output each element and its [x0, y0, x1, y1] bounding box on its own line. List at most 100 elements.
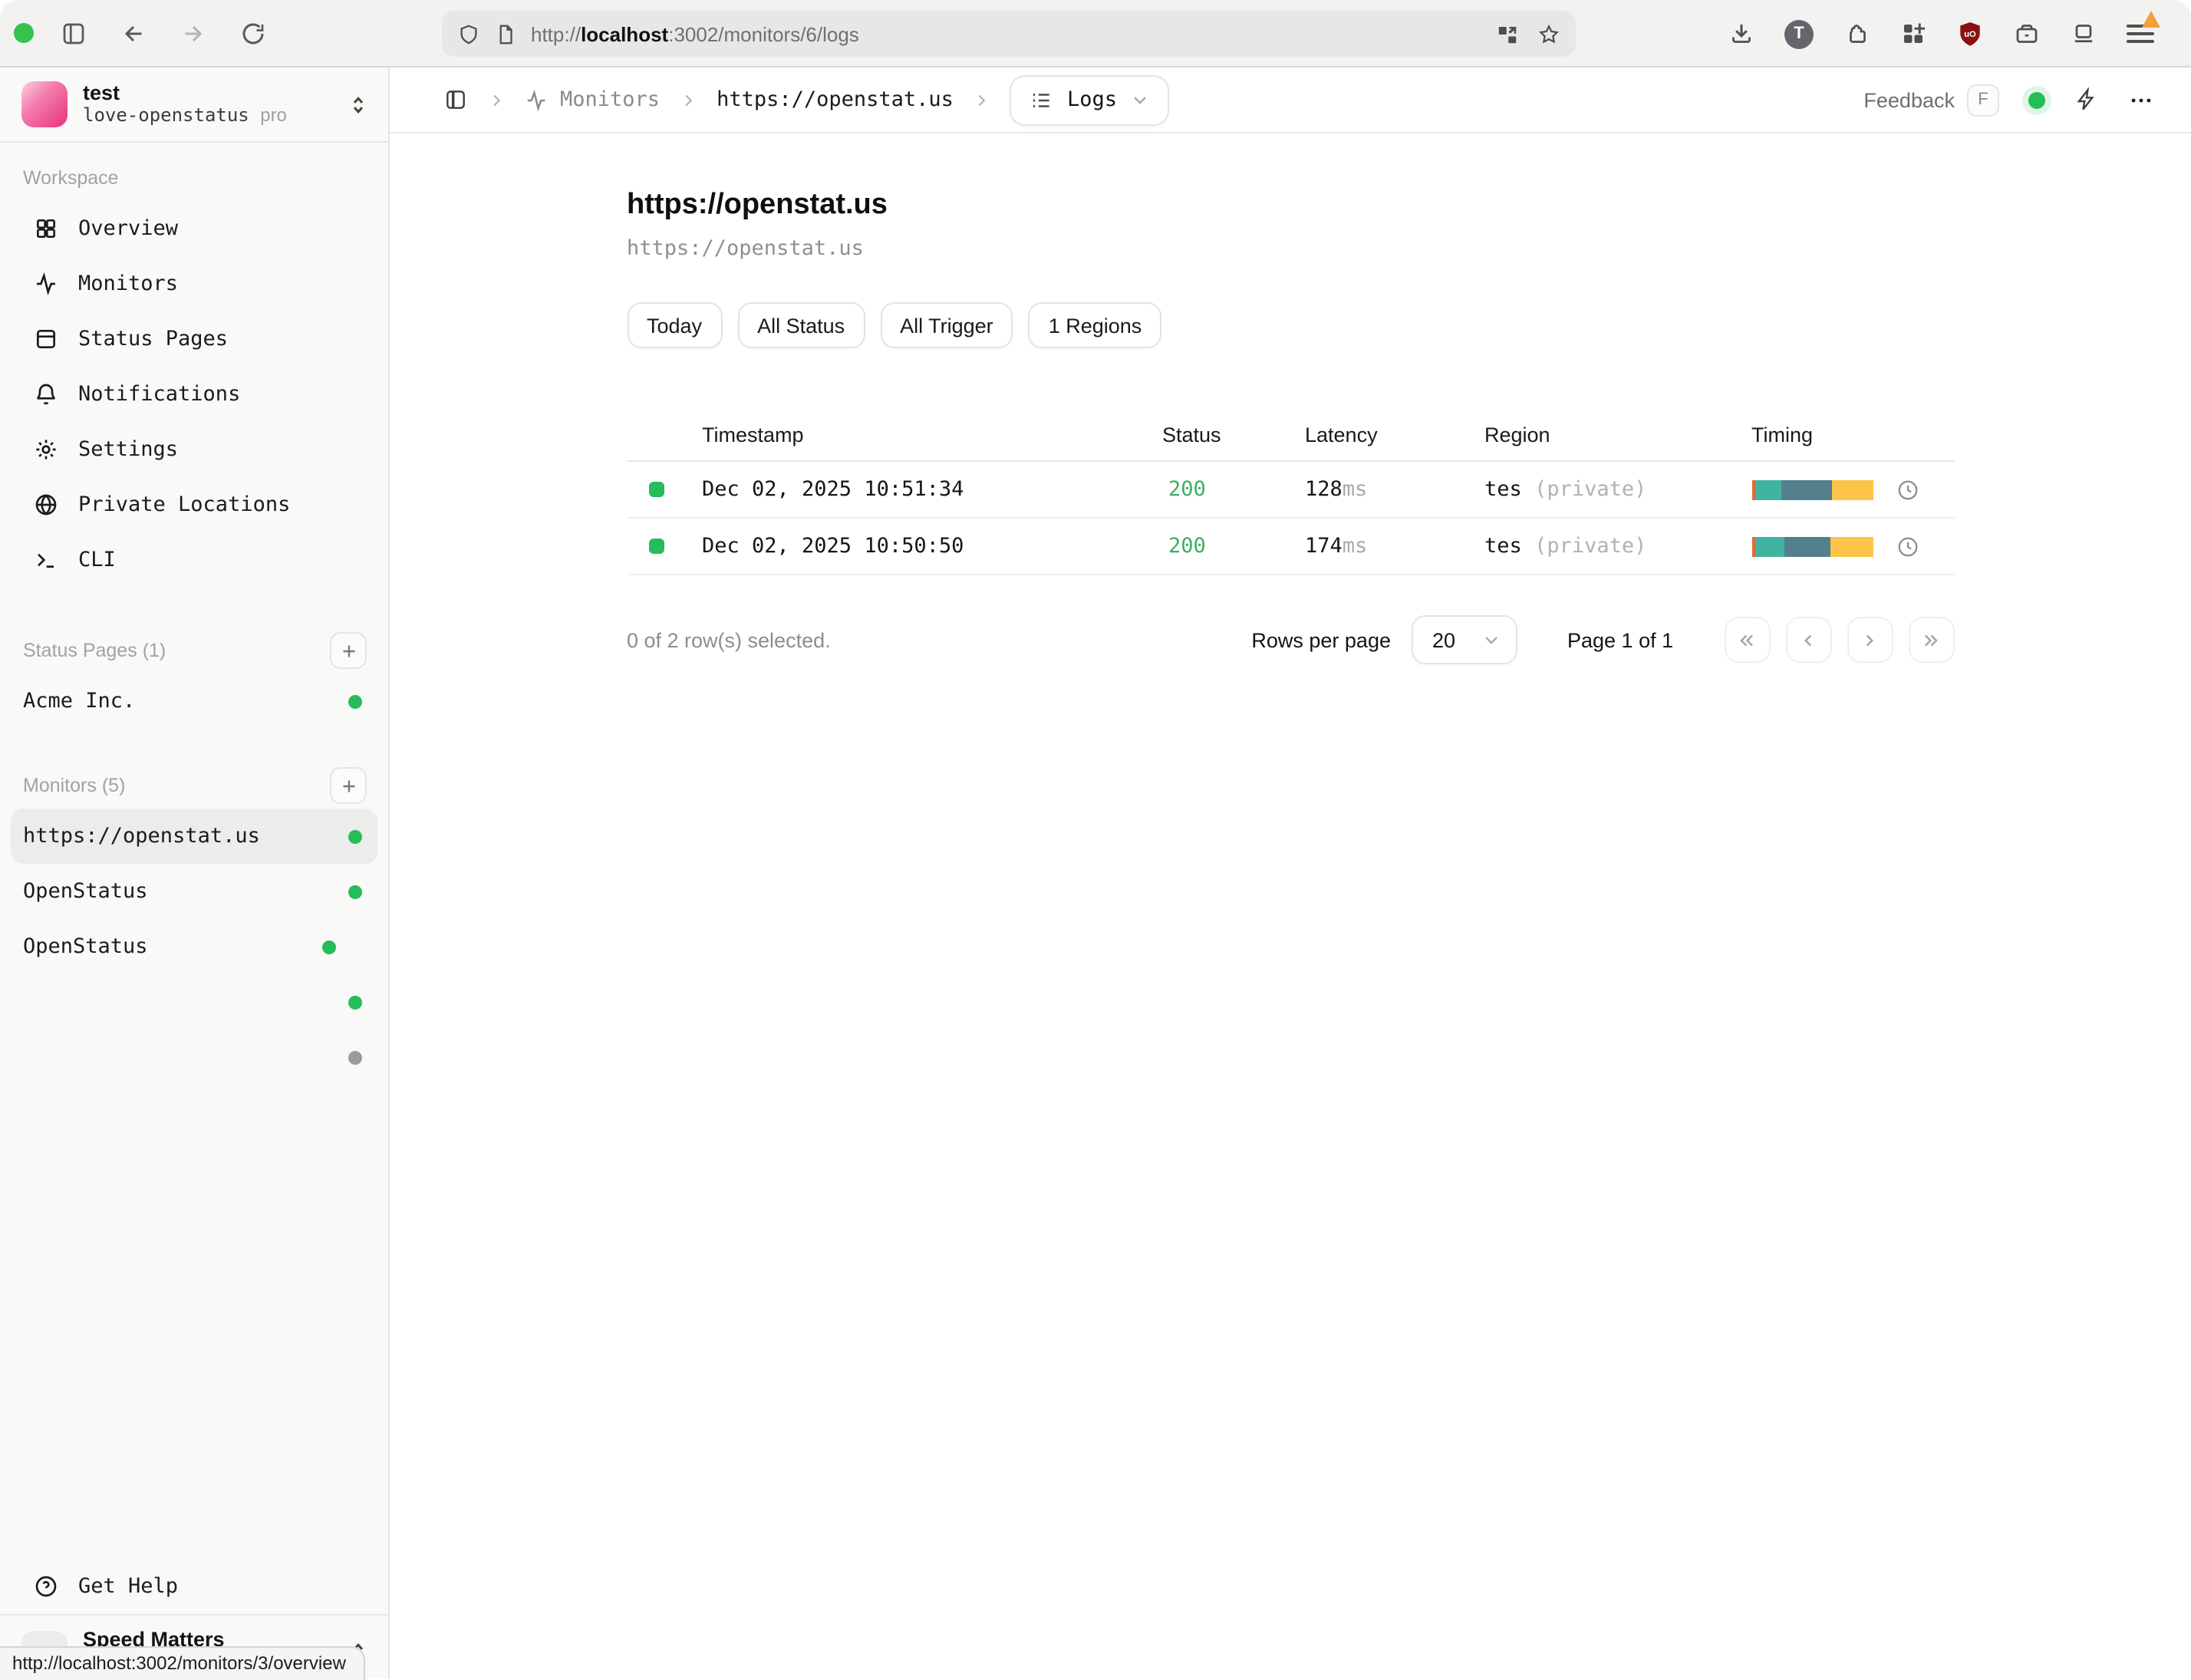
- devices-icon[interactable]: [2070, 20, 2097, 48]
- row-status-indicator: [648, 482, 664, 497]
- cell-timestamp: Dec 02, 2025 10:50:50: [688, 534, 1148, 558]
- forward-icon[interactable]: [180, 19, 207, 47]
- first-page-button[interactable]: [1724, 617, 1770, 663]
- app-frame: test love-openstatus pro Workspace Overv…: [0, 68, 2191, 1678]
- cell-region: tes (private): [1471, 477, 1739, 502]
- panel-left-toggle-icon[interactable]: [443, 87, 468, 112]
- get-help-link[interactable]: Get Help: [0, 1559, 388, 1614]
- status-dot: [348, 1050, 362, 1064]
- url-text[interactable]: http://localhost:3002/monitors/6/logs: [531, 22, 1496, 45]
- help-circle-icon: [34, 1574, 58, 1599]
- bell-icon: [34, 382, 58, 407]
- column-header-status: Status: [1148, 423, 1291, 446]
- feedback-label: Feedback: [1863, 88, 1955, 111]
- filter-status-button[interactable]: All Status: [737, 302, 865, 348]
- cell-latency: 174ms: [1291, 534, 1471, 558]
- sidebar-status-page-item[interactable]: Acme Inc.: [11, 674, 377, 729]
- activity-icon: [34, 272, 58, 296]
- content-area: Monitors https://openstat.us Logs Feedba…: [390, 68, 2191, 1678]
- feedback-shortcut-kbd: F: [1967, 84, 1999, 116]
- downloads-icon[interactable]: [1728, 20, 1755, 48]
- containers-icon[interactable]: [2013, 20, 2041, 48]
- rows-per-page-label: Rows per page: [1251, 628, 1391, 651]
- add-monitor-button[interactable]: [330, 767, 367, 804]
- sidebar-item-status-pages[interactable]: Status Pages: [0, 311, 388, 367]
- status-dot: [348, 829, 362, 843]
- sidebar-item-notifications[interactable]: Notifications: [0, 367, 388, 422]
- list-icon: [1030, 88, 1053, 111]
- sidebar-monitor-item[interactable]: [11, 1029, 377, 1085]
- view-selector-button[interactable]: Logs: [1010, 74, 1169, 125]
- row-status-indicator: [648, 539, 664, 554]
- add-status-page-button[interactable]: [330, 632, 367, 669]
- status-pages-section-label: Status Pages (1): [23, 628, 166, 674]
- sidebar-item-label: CLI: [78, 548, 116, 572]
- last-page-button[interactable]: [1908, 617, 1954, 663]
- browser-window: http://localhost:3002/monitors/6/logs T …: [0, 0, 2191, 1680]
- sidebar-item-overview[interactable]: Overview: [0, 201, 388, 256]
- clock-icon[interactable]: [1896, 535, 1919, 558]
- filter-trigger-button[interactable]: All Trigger: [880, 302, 1013, 348]
- status-dot: [348, 884, 362, 898]
- monitors-section-label: Monitors (5): [23, 763, 125, 809]
- filter-date-button[interactable]: Today: [627, 302, 722, 348]
- grid-icon: [34, 216, 58, 241]
- logs-table: Timestamp Status Latency Region Timing D…: [627, 410, 1954, 575]
- sidebar-item-cli[interactable]: CLI: [0, 532, 388, 588]
- chevrons-left-icon: [1737, 630, 1757, 650]
- table-row[interactable]: Dec 02, 2025 10:50:50 200 174ms tes (pri…: [627, 519, 1954, 575]
- extensions-menu-icon[interactable]: [1899, 20, 1927, 48]
- activity-icon: [525, 88, 548, 111]
- chevron-down-icon: [1131, 91, 1149, 109]
- timing-segment-connect: [1755, 479, 1781, 499]
- sidebar-monitor-item[interactable]: OpenStatus: [11, 919, 377, 974]
- previous-page-button[interactable]: [1785, 617, 1831, 663]
- app-menu-icon[interactable]: [2127, 20, 2154, 48]
- workspace-name: test: [83, 81, 347, 104]
- breadcrumb-monitor-name[interactable]: https://openstat.us: [717, 87, 954, 112]
- column-header-timestamp: Timestamp: [688, 423, 1148, 446]
- clock-icon[interactable]: [1896, 478, 1919, 501]
- page-info-icon[interactable]: [494, 22, 517, 45]
- sidebar-monitor-item[interactable]: [11, 974, 377, 1029]
- next-page-button[interactable]: [1847, 617, 1893, 663]
- traffic-light-close-button[interactable]: [14, 23, 34, 43]
- workspace-switcher[interactable]: test love-openstatus pro: [0, 68, 388, 143]
- table-footer: 0 of 2 row(s) selected. Rows per page 20…: [627, 615, 1954, 664]
- sidebar-item-label: Overview: [78, 216, 178, 241]
- system-status-dot[interactable]: [2028, 91, 2045, 108]
- app-header: Monitors https://openstat.us Logs Feedba…: [390, 68, 2191, 133]
- back-icon[interactable]: [120, 19, 147, 47]
- rows-per-page-select[interactable]: 20: [1411, 615, 1517, 664]
- zap-icon[interactable]: [2074, 87, 2099, 112]
- sidebar-monitor-item[interactable]: OpenStatus: [11, 864, 377, 919]
- sidebar-monitor-item[interactable]: https://openstat.us: [11, 809, 377, 864]
- sidebar-item-settings[interactable]: Settings: [0, 422, 388, 477]
- puzzle-extension-icon[interactable]: [1843, 20, 1870, 48]
- ublock-shield-icon[interactable]: uO: [1956, 20, 1984, 48]
- filter-regions-button[interactable]: 1 Regions: [1029, 302, 1162, 348]
- status-dot: [348, 694, 362, 708]
- bookmark-star-icon[interactable]: [1537, 22, 1560, 45]
- filter-bar: Today All Status All Trigger 1 Regions: [627, 302, 1954, 348]
- table-row[interactable]: Dec 02, 2025 10:51:34 200 128ms tes (pri…: [627, 462, 1954, 519]
- workspace-slug: love-openstatus pro: [83, 104, 347, 127]
- timing-bar: [1751, 479, 1874, 499]
- screen: http://localhost:3002/monitors/6/logs T …: [0, 0, 2191, 1680]
- sidebar-item-private-locations[interactable]: Private Locations: [0, 477, 388, 532]
- update-badge: [2142, 11, 2160, 28]
- more-options-icon[interactable]: [2128, 87, 2154, 113]
- url-bar[interactable]: http://localhost:3002/monitors/6/logs: [442, 11, 1576, 57]
- timing-bar: [1751, 536, 1874, 556]
- extension-t-icon[interactable]: T: [1784, 19, 1814, 48]
- cell-timing: [1739, 535, 1954, 558]
- picture-in-picture-icon[interactable]: [1496, 22, 1519, 45]
- extension-badge-letter: T: [1794, 25, 1804, 43]
- browser-sidebar-toggle-icon[interactable]: [60, 19, 87, 47]
- workspace-plan: pro: [260, 104, 287, 126]
- feedback-button[interactable]: Feedback F: [1863, 84, 1999, 116]
- sidebar-item-monitors[interactable]: Monitors: [0, 256, 388, 311]
- reload-icon[interactable]: [239, 19, 267, 47]
- shield-icon[interactable]: [457, 22, 480, 45]
- breadcrumb-monitors[interactable]: Monitors: [525, 87, 660, 112]
